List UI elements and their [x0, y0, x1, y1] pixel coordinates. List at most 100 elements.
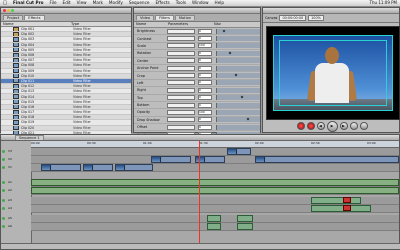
track-control[interactable]: A4 [1, 205, 32, 211]
keyframe-marker[interactable] [240, 95, 244, 99]
audio-clip[interactable] [207, 223, 221, 230]
menu-sequence[interactable]: Sequence [126, 0, 153, 6]
shuttle-button[interactable] [349, 122, 358, 130]
param-slider[interactable] [167, 124, 195, 130]
play-button[interactable]: ▶ [326, 120, 338, 132]
app-name-menu[interactable]: Final Cut Pro [10, 0, 47, 6]
param-slider[interactable] [167, 95, 195, 101]
param-value-field[interactable]: 0 [198, 87, 212, 93]
param-slider[interactable] [167, 102, 195, 108]
audio-clip[interactable] [237, 223, 253, 230]
timeline-track[interactable] [31, 179, 399, 187]
param-slider[interactable] [167, 87, 195, 93]
param-value-field[interactable]: 0 [198, 124, 212, 130]
param-slider[interactable] [167, 109, 195, 115]
keyframe-graph[interactable] [216, 124, 260, 130]
keyframe-graph[interactable] [216, 36, 260, 42]
video-clip[interactable] [255, 156, 399, 163]
param-slider[interactable] [167, 50, 195, 56]
column-name[interactable]: Name [1, 22, 69, 26]
track-control[interactable]: A1 [1, 179, 32, 185]
keyframe-graph[interactable] [216, 87, 260, 93]
record-button[interactable] [296, 122, 305, 130]
param-slider[interactable] [167, 28, 195, 34]
jog-button[interactable] [359, 122, 368, 130]
audio-clip[interactable] [207, 215, 221, 222]
menu-effects[interactable]: Effects [152, 0, 172, 6]
menu-mark[interactable]: Mark [90, 0, 106, 6]
apple-menu-icon[interactable]:  [0, 0, 10, 6]
timeline-track[interactable] [31, 148, 399, 156]
tab-sequence[interactable]: Sequence 1 [15, 135, 44, 140]
canvas-titlebar[interactable] [263, 8, 399, 14]
track-control[interactable]: A6 [1, 223, 32, 229]
keyframe-graph[interactable] [216, 102, 260, 108]
minimize-icon[interactable] [7, 9, 10, 12]
timeline-track[interactable] [31, 205, 399, 213]
param-value-field[interactable]: 0 [198, 95, 212, 101]
zoom-icon[interactable] [11, 9, 14, 12]
video-frame[interactable] [266, 26, 400, 120]
audio-clip[interactable] [311, 197, 361, 204]
timecode-field[interactable]: 00:00:00:00 [279, 15, 307, 21]
keyframe-graph[interactable] [216, 109, 260, 115]
canvas-tab[interactable]: Canvas [265, 16, 277, 20]
param-slider[interactable] [167, 117, 195, 123]
video-clip[interactable] [83, 164, 113, 171]
video-clip[interactable] [151, 156, 191, 163]
keyframe-graph[interactable] [216, 117, 260, 123]
keyframe-marker[interactable] [246, 117, 250, 121]
video-clip[interactable] [41, 164, 81, 171]
keyframe-graph[interactable] [216, 43, 260, 49]
menu-tools[interactable]: Tools [173, 0, 189, 6]
mark-in-button[interactable] [306, 122, 315, 130]
param-value-field[interactable]: 100 [198, 109, 212, 115]
track-control[interactable]: A3 [1, 197, 32, 203]
timeline-track[interactable] [31, 197, 399, 205]
track-visibility-icon[interactable] [2, 157, 5, 161]
track-visibility-icon[interactable] [2, 206, 5, 210]
keyframe-graph[interactable] [216, 58, 260, 64]
track-visibility-icon[interactable] [2, 224, 5, 228]
keyframe-graph[interactable] [216, 95, 260, 101]
param-value-field[interactable]: 0 [198, 65, 212, 71]
keyframe-marker[interactable] [222, 29, 226, 33]
track-control[interactable]: A2 [1, 187, 32, 193]
keyframe-marker[interactable] [228, 51, 232, 55]
prev-edit-button[interactable]: ◀ [316, 122, 325, 130]
keyframe-marker[interactable] [234, 73, 238, 77]
param-value-field[interactable]: 0 [198, 58, 212, 64]
param-value-field[interactable]: 0 [198, 73, 212, 79]
audio-clip[interactable] [31, 187, 399, 194]
tab-project[interactable]: Project [3, 15, 24, 20]
menu-modify[interactable]: Modify [106, 0, 126, 6]
track-control[interactable]: V1 [1, 164, 32, 170]
param-value-field[interactable]: 0 [198, 36, 212, 42]
audio-clip[interactable] [311, 205, 371, 212]
keyframe-graph[interactable] [216, 50, 260, 56]
track-visibility-icon[interactable] [2, 165, 5, 169]
param-slider[interactable] [167, 65, 195, 71]
zoom-popup[interactable]: 100% [308, 15, 324, 21]
keyframe-graph[interactable] [216, 65, 260, 71]
keyframe-graph[interactable] [216, 80, 260, 86]
video-clip[interactable] [115, 164, 153, 171]
menu-edit[interactable]: Edit [60, 0, 74, 6]
menu-file[interactable]: File [47, 0, 60, 6]
audio-clip[interactable] [237, 215, 253, 222]
param-slider[interactable] [167, 73, 195, 79]
timeline-track[interactable] [31, 187, 399, 195]
tab-video[interactable]: Video [136, 15, 155, 20]
track-visibility-icon[interactable] [2, 180, 5, 184]
viewer-titlebar[interactable] [134, 8, 260, 14]
menu-help[interactable]: Help [212, 0, 228, 6]
tab-motion[interactable]: Motion [174, 15, 196, 20]
next-edit-button[interactable]: ▶ [339, 122, 348, 130]
timeline-track[interactable] [31, 223, 399, 231]
audio-marker[interactable] [343, 197, 351, 203]
param-value-field[interactable]: 0 [198, 102, 212, 108]
track-control[interactable]: V3 [1, 148, 32, 154]
param-value-field[interactable]: 0 [198, 80, 212, 86]
browser-titlebar[interactable] [1, 8, 131, 14]
param-value-field[interactable]: 100 [198, 43, 212, 49]
